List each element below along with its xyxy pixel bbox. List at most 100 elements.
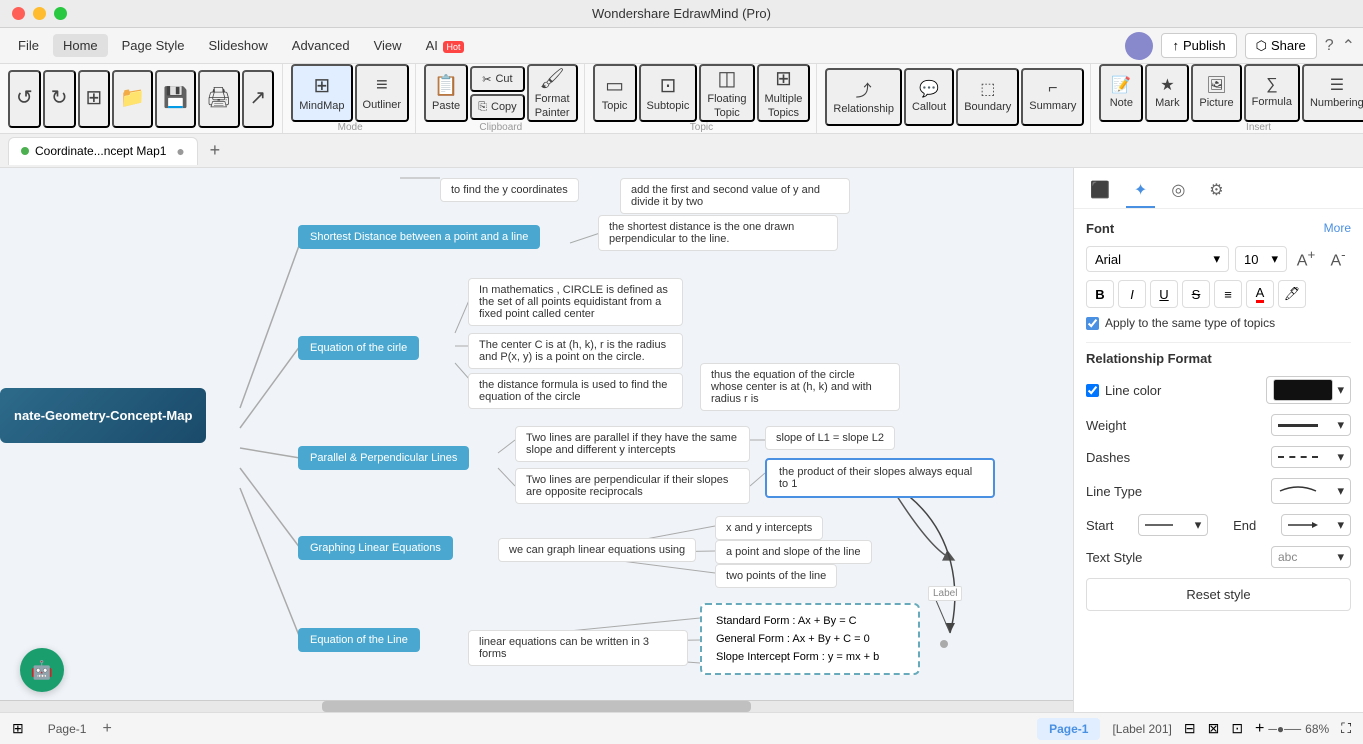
page-tab-1[interactable]: Page-1 [36,718,99,740]
scrollbar-thumb[interactable] [322,701,751,712]
window-controls[interactable] [12,7,67,20]
add-page-button[interactable]: + [102,720,111,738]
share-button[interactable]: ⬡ Share [1245,33,1317,59]
close-button[interactable] [12,7,25,20]
menu-page-style[interactable]: Page Style [112,34,195,57]
equation-line-node[interactable]: Equation of the Line [298,628,420,652]
status-view-icon1[interactable]: ⊟ [1184,720,1196,737]
zoom-in-button[interactable]: + [1255,720,1264,738]
text-style-picker[interactable]: abc ▾ [1271,546,1351,568]
top-node-desc[interactable]: add the first and second value of y and … [620,178,850,214]
multiple-topics-button[interactable]: ⊞ MultipleTopics [757,64,811,122]
cut-button[interactable]: ✂ Cut [470,66,525,92]
relationship-button[interactable]: ⤴ Relationship [825,68,902,126]
picture-button[interactable]: 🖼 Picture [1191,64,1241,122]
font-size-decrease-button[interactable]: A- [1325,246,1351,272]
bold-button[interactable]: B [1086,280,1114,308]
start-picker[interactable]: ▾ [1138,514,1208,536]
mark-button[interactable]: ★ Mark [1145,64,1189,122]
panel-tab-ai[interactable]: ✦ [1126,174,1155,208]
fullscreen-button[interactable]: ⛶ [1341,720,1351,737]
menu-ai[interactable]: AI Hot [416,34,474,57]
end-picker[interactable]: ▾ [1281,514,1351,536]
apply-same-type-checkbox[interactable] [1086,317,1099,330]
active-page-tab[interactable]: Page-1 [1037,718,1100,740]
numbering-button[interactable]: ☰ Numbering [1302,64,1363,122]
graphing-child-3: two points of the line [715,564,837,588]
menu-slideshow[interactable]: Slideshow [199,34,278,57]
graphing-node[interactable]: Graphing Linear Equations [298,536,453,560]
undo-button[interactable]: ↺ [8,70,41,128]
font-size-select[interactable]: 10 ▾ [1235,246,1287,272]
font-select[interactable]: Arial ▾ [1086,246,1229,272]
weight-picker[interactable]: ▾ [1271,414,1351,436]
user-avatar[interactable] [1125,32,1153,60]
formula-button[interactable]: ∑ Formula [1244,64,1300,122]
copy-button[interactable]: ⎘ Copy [470,94,525,120]
align-button[interactable]: ≡ [1214,280,1242,308]
add-tab-button[interactable]: + [202,138,228,164]
end-arrow-preview [1288,518,1318,532]
tab-coordinate-map[interactable]: Coordinate...ncept Map1 ● [8,137,198,165]
central-node[interactable]: nate-Geometry-Concept-Map [0,388,206,443]
underline-button[interactable]: U [1150,280,1178,308]
status-view-icon2[interactable]: ⊠ [1208,720,1220,737]
line-type-picker[interactable]: ▾ [1271,478,1351,504]
horizontal-scrollbar[interactable] [0,700,1073,712]
shortest-distance-desc: the shortest distance is the one drawn p… [598,215,838,251]
italic-button[interactable]: I [1118,280,1146,308]
shortest-distance-node[interactable]: Shortest Distance between a point and a … [298,225,540,249]
publish-button[interactable]: ↑ Publish [1161,33,1236,58]
chevron-down-icon: ▾ [1213,251,1220,267]
highlight-button[interactable]: 🖊 [1278,280,1306,308]
panel-tab-style[interactable]: ⬛ [1082,174,1118,208]
save-button[interactable]: 💾 [155,70,196,128]
export-button[interactable]: ↗ [242,70,275,128]
outliner-mode-button[interactable]: ≡ Outliner [355,64,410,122]
print-button[interactable]: 🖨 [198,70,239,128]
new-button[interactable]: ⊞ [78,70,111,128]
callout-button[interactable]: 💬 Callout [904,68,954,126]
mindmap-mode-button[interactable]: ⊞ MindMap [291,64,352,122]
minimize-button[interactable] [33,7,46,20]
chevron-down-icon: ▾ [1271,251,1278,267]
paste-button[interactable]: 📋 Paste [424,64,468,122]
line-color-picker[interactable]: ▾ [1266,376,1351,404]
dashes-picker[interactable]: ▾ [1271,446,1351,468]
help-icon[interactable]: ? [1325,37,1334,55]
status-view-icon3[interactable]: ⊡ [1231,720,1243,737]
note-button[interactable]: 📝 Note [1099,64,1143,122]
panel-tab-map[interactable]: ◎ [1163,174,1193,208]
menu-home[interactable]: Home [53,34,108,57]
menu-file[interactable]: File [8,34,49,57]
status-layout-icon[interactable]: ⊞ [12,720,24,737]
font-size-increase-button[interactable]: A+ [1293,246,1319,272]
chevron-down-icon: ▾ [1337,549,1344,565]
chevron-down-icon: ▾ [1337,449,1344,465]
graphing-desc: we can graph linear equations using [498,538,696,562]
parallel-node[interactable]: Parallel & Perpendicular Lines [298,446,469,470]
topic-button[interactable]: ▭ Topic [593,64,637,122]
font-color-button[interactable]: A [1246,280,1274,308]
ai-assistant-button[interactable]: 🤖 [20,648,64,692]
menu-advanced[interactable]: Advanced [282,34,360,57]
summary-button[interactable]: ⌐ Summary [1021,68,1084,126]
maximize-button[interactable] [54,7,67,20]
floating-topic-button[interactable]: ◫ FloatingTopic [699,64,754,122]
graphing-child-2: a point and slope of the line [715,540,872,564]
reset-style-button[interactable]: Reset style [1086,578,1351,611]
redo-button[interactable]: ↻ [43,70,76,128]
panel-tab-settings[interactable]: ⚙ [1201,174,1231,208]
menu-view[interactable]: View [364,34,412,57]
format-painter-button[interactable]: 🖌 FormatPainter [527,64,578,122]
strikethrough-button[interactable]: S [1182,280,1210,308]
collapse-icon[interactable]: ⌃ [1342,36,1355,56]
canvas-area[interactable]: to find the y coordinates add the first … [0,168,1073,712]
equation-circle-node[interactable]: Equation of the cirle [298,336,419,360]
tab-close-icon[interactable]: ● [176,143,184,159]
top-node[interactable]: to find the y coordinates [440,178,579,202]
open-button[interactable]: 📁 [112,70,153,128]
boundary-button[interactable]: ⬚ Boundary [956,68,1019,126]
subtopic-button[interactable]: ⊡ Subtopic [639,64,698,122]
line-color-checkbox[interactable] [1086,384,1099,397]
